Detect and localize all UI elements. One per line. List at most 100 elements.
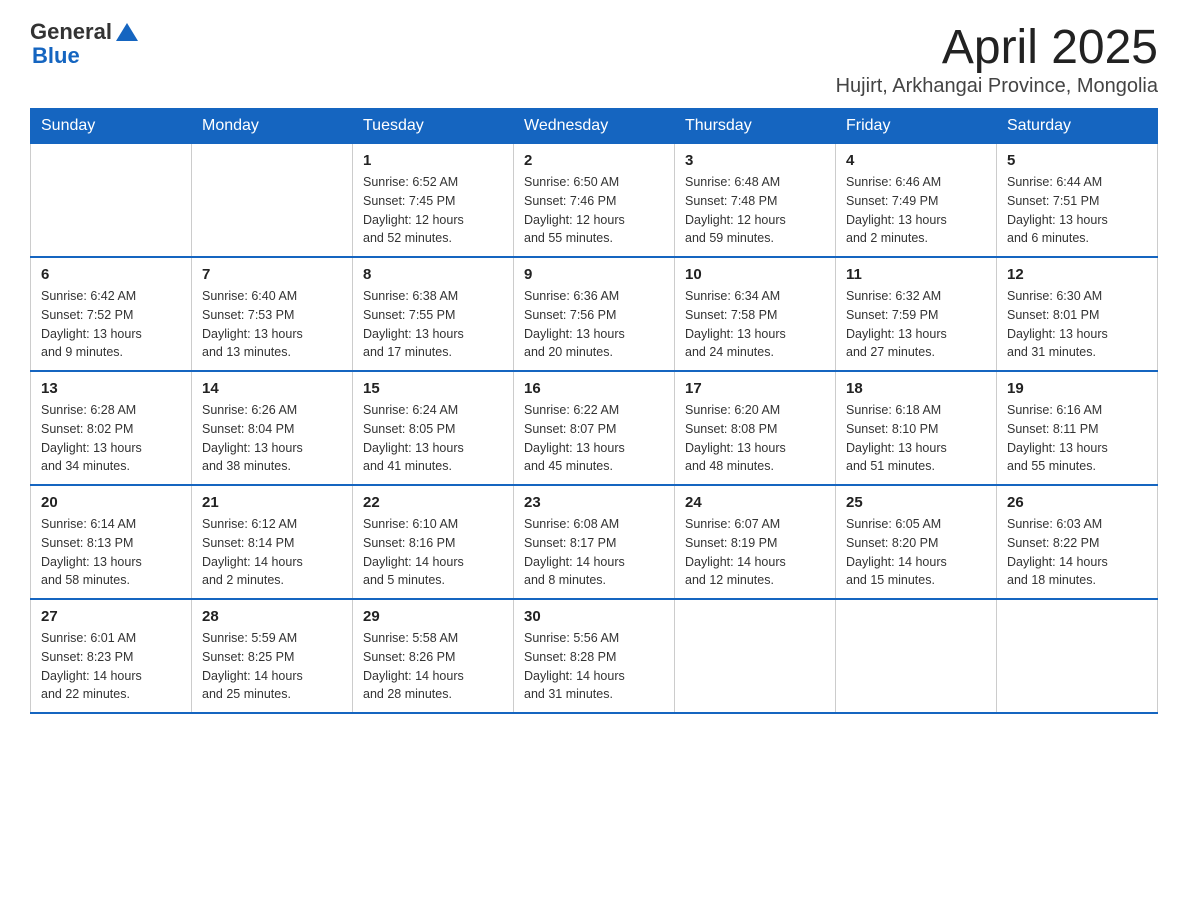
- day-info: Sunrise: 6:10 AM Sunset: 8:16 PM Dayligh…: [363, 515, 503, 590]
- calendar-cell: 5 Sunrise: 6:44 AM Sunset: 7:51 PM Daylig…: [997, 144, 1158, 258]
- day-info: Sunrise: 6:07 AM Sunset: 8:19 PM Dayligh…: [685, 515, 825, 590]
- day-number: 5: [1007, 152, 1147, 169]
- day-number: 23: [524, 494, 664, 511]
- calendar-cell: 19 Sunrise: 6:16 AM Sunset: 8:11 PM Dayli…: [997, 371, 1158, 485]
- calendar-cell: 25Sunrise: 6:05 AM Sunset: 8:20 PM Dayli…: [836, 485, 997, 599]
- day-number: 11: [846, 266, 986, 283]
- calendar-header-sunday: Sunday: [31, 109, 192, 144]
- day-number: 14: [202, 380, 342, 397]
- calendar-cell: [997, 599, 1158, 713]
- day-info: Sunrise: 5:59 AM Sunset: 8:25 PM Dayligh…: [202, 629, 342, 704]
- day-info: Sunrise: 6:32 AM Sunset: 7:59 PM Dayligh…: [846, 287, 986, 362]
- calendar-cell: 23 Sunrise: 6:08 AM Sunset: 8:17 PM Dayli…: [514, 485, 675, 599]
- calendar-header-wednesday: Wednesday: [514, 109, 675, 144]
- day-info: Sunrise: 6:50 AM Sunset: 7:46 PM Dayligh…: [524, 173, 664, 248]
- day-number: 27: [41, 608, 181, 625]
- calendar-cell: 6 Sunrise: 6:42 AM Sunset: 7:52 PM Daylig…: [31, 257, 192, 371]
- calendar-header-monday: Monday: [192, 109, 353, 144]
- calendar-header-thursday: Thursday: [675, 109, 836, 144]
- calendar-cell: 22 Sunrise: 6:10 AM Sunset: 8:16 PM Dayli…: [353, 485, 514, 599]
- logo-triangle-icon: [116, 21, 138, 43]
- calendar-week-row: 20 Sunrise: 6:14 AM Sunset: 8:13 PM Dayli…: [31, 485, 1158, 599]
- day-info: Sunrise: 6:24 AM Sunset: 8:05 PM Dayligh…: [363, 401, 503, 476]
- day-info: Sunrise: 6:36 AM Sunset: 7:56 PM Dayligh…: [524, 287, 664, 362]
- day-number: 4: [846, 152, 986, 169]
- calendar-cell: 13 Sunrise: 6:28 AM Sunset: 8:02 PM Dayli…: [31, 371, 192, 485]
- day-number: 19: [1007, 380, 1147, 397]
- calendar-cell: 2 Sunrise: 6:50 AM Sunset: 7:46 PM Daylig…: [514, 144, 675, 258]
- day-info: Sunrise: 6:48 AM Sunset: 7:48 PM Dayligh…: [685, 173, 825, 248]
- day-number: 3: [685, 152, 825, 169]
- day-info: Sunrise: 6:28 AM Sunset: 8:02 PM Dayligh…: [41, 401, 181, 476]
- day-info: Sunrise: 6:03 AM Sunset: 8:22 PM Dayligh…: [1007, 515, 1147, 590]
- day-info: Sunrise: 6:14 AM Sunset: 8:13 PM Dayligh…: [41, 515, 181, 590]
- logo: General Blue: [30, 20, 138, 68]
- calendar-week-row: 6 Sunrise: 6:42 AM Sunset: 7:52 PM Daylig…: [31, 257, 1158, 371]
- day-info: Sunrise: 5:56 AM Sunset: 8:28 PM Dayligh…: [524, 629, 664, 704]
- day-number: 22: [363, 494, 503, 511]
- day-info: Sunrise: 6:38 AM Sunset: 7:55 PM Dayligh…: [363, 287, 503, 362]
- calendar-cell: 8 Sunrise: 6:38 AM Sunset: 7:55 PM Daylig…: [353, 257, 514, 371]
- calendar-cell: 7 Sunrise: 6:40 AM Sunset: 7:53 PM Daylig…: [192, 257, 353, 371]
- day-number: 29: [363, 608, 503, 625]
- day-number: 30: [524, 608, 664, 625]
- calendar-cell: 9 Sunrise: 6:36 AM Sunset: 7:56 PM Daylig…: [514, 257, 675, 371]
- calendar-cell: [836, 599, 997, 713]
- day-info: Sunrise: 6:22 AM Sunset: 8:07 PM Dayligh…: [524, 401, 664, 476]
- day-number: 6: [41, 266, 181, 283]
- calendar-table: SundayMondayTuesdayWednesdayThursdayFrid…: [30, 108, 1158, 714]
- title-block: April 2025 Hujirt, Arkhangai Province, M…: [836, 20, 1158, 98]
- calendar-week-row: 13 Sunrise: 6:28 AM Sunset: 8:02 PM Dayli…: [31, 371, 1158, 485]
- day-info: Sunrise: 6:52 AM Sunset: 7:45 PM Dayligh…: [363, 173, 503, 248]
- day-number: 18: [846, 380, 986, 397]
- day-info: Sunrise: 6:08 AM Sunset: 8:17 PM Dayligh…: [524, 515, 664, 590]
- calendar-cell: 16 Sunrise: 6:22 AM Sunset: 8:07 PM Dayli…: [514, 371, 675, 485]
- calendar-cell: 18 Sunrise: 6:18 AM Sunset: 8:10 PM Dayli…: [836, 371, 997, 485]
- day-number: 9: [524, 266, 664, 283]
- calendar-cell: [192, 144, 353, 258]
- calendar-cell: 1 Sunrise: 6:52 AM Sunset: 7:45 PM Daylig…: [353, 144, 514, 258]
- day-info: Sunrise: 6:20 AM Sunset: 8:08 PM Dayligh…: [685, 401, 825, 476]
- calendar-cell: 21Sunrise: 6:12 AM Sunset: 8:14 PM Dayli…: [192, 485, 353, 599]
- calendar-cell: 28 Sunrise: 5:59 AM Sunset: 8:25 PM Dayli…: [192, 599, 353, 713]
- day-info: Sunrise: 6:44 AM Sunset: 7:51 PM Dayligh…: [1007, 173, 1147, 248]
- day-number: 10: [685, 266, 825, 283]
- calendar-cell: 26Sunrise: 6:03 AM Sunset: 8:22 PM Dayli…: [997, 485, 1158, 599]
- day-info: Sunrise: 6:18 AM Sunset: 8:10 PM Dayligh…: [846, 401, 986, 476]
- calendar-header-tuesday: Tuesday: [353, 109, 514, 144]
- day-info: Sunrise: 6:42 AM Sunset: 7:52 PM Dayligh…: [41, 287, 181, 362]
- main-title: April 2025: [836, 20, 1158, 75]
- day-number: 8: [363, 266, 503, 283]
- day-info: Sunrise: 6:05 AM Sunset: 8:20 PM Dayligh…: [846, 515, 986, 590]
- calendar-cell: 3 Sunrise: 6:48 AM Sunset: 7:48 PM Daylig…: [675, 144, 836, 258]
- calendar-cell: 11 Sunrise: 6:32 AM Sunset: 7:59 PM Dayli…: [836, 257, 997, 371]
- calendar-cell: [31, 144, 192, 258]
- day-number: 17: [685, 380, 825, 397]
- day-info: Sunrise: 6:16 AM Sunset: 8:11 PM Dayligh…: [1007, 401, 1147, 476]
- calendar-cell: 14 Sunrise: 6:26 AM Sunset: 8:04 PM Dayli…: [192, 371, 353, 485]
- calendar-header-row: SundayMondayTuesdayWednesdayThursdayFrid…: [31, 109, 1158, 144]
- calendar-week-row: 1 Sunrise: 6:52 AM Sunset: 7:45 PM Daylig…: [31, 144, 1158, 258]
- day-number: 1: [363, 152, 503, 169]
- subtitle: Hujirt, Arkhangai Province, Mongolia: [836, 75, 1158, 98]
- day-info: Sunrise: 6:40 AM Sunset: 7:53 PM Dayligh…: [202, 287, 342, 362]
- day-number: 13: [41, 380, 181, 397]
- day-number: 2: [524, 152, 664, 169]
- calendar-cell: 24 Sunrise: 6:07 AM Sunset: 8:19 PM Dayli…: [675, 485, 836, 599]
- day-info: Sunrise: 6:46 AM Sunset: 7:49 PM Dayligh…: [846, 173, 986, 248]
- logo-text-blue: Blue: [32, 44, 138, 68]
- calendar-cell: 4 Sunrise: 6:46 AM Sunset: 7:49 PM Daylig…: [836, 144, 997, 258]
- day-number: 28: [202, 608, 342, 625]
- page-header: General Blue April 2025 Hujirt, Arkhanga…: [30, 20, 1158, 98]
- day-number: 24: [685, 494, 825, 511]
- calendar-header-saturday: Saturday: [997, 109, 1158, 144]
- calendar-header-friday: Friday: [836, 109, 997, 144]
- calendar-cell: 12Sunrise: 6:30 AM Sunset: 8:01 PM Dayli…: [997, 257, 1158, 371]
- day-number: 16: [524, 380, 664, 397]
- calendar-cell: 17 Sunrise: 6:20 AM Sunset: 8:08 PM Dayli…: [675, 371, 836, 485]
- day-number: 20: [41, 494, 181, 511]
- calendar-cell: 27Sunrise: 6:01 AM Sunset: 8:23 PM Dayli…: [31, 599, 192, 713]
- day-info: Sunrise: 6:26 AM Sunset: 8:04 PM Dayligh…: [202, 401, 342, 476]
- calendar-cell: 30 Sunrise: 5:56 AM Sunset: 8:28 PM Dayli…: [514, 599, 675, 713]
- day-number: 7: [202, 266, 342, 283]
